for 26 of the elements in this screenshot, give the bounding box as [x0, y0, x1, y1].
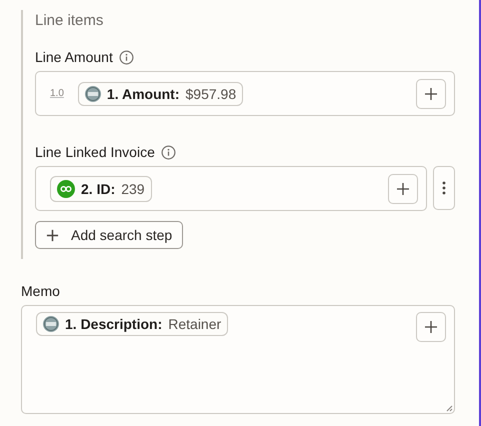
plus-icon: [46, 228, 59, 242]
section-title: Line items: [35, 12, 104, 29]
app-logo-icon: [57, 180, 75, 198]
resize-handle-icon[interactable]: [445, 404, 453, 412]
info-icon[interactable]: [118, 50, 134, 64]
data-token[interactable]: 2. ID: 239: [50, 176, 152, 202]
plus-icon: [396, 182, 410, 196]
app-logo-icon: [84, 86, 101, 102]
add-search-step-button[interactable]: Add search step: [35, 221, 184, 249]
text-area[interactable]: 1. Description: Retainer: [21, 305, 455, 414]
plus-icon: [424, 320, 438, 334]
info-icon[interactable]: [160, 144, 176, 160]
insert-data-button[interactable]: [416, 78, 446, 108]
field-label: Line Amount: [35, 49, 113, 65]
type-hint: 1.0: [50, 88, 64, 99]
input-field[interactable]: 1.0 1. Amount: $957.98: [35, 71, 455, 116]
insert-data-button[interactable]: [416, 312, 446, 342]
input-field[interactable]: 2. ID: 239: [35, 166, 427, 211]
data-token[interactable]: 1. Description: Retainer: [36, 312, 228, 336]
field-label: Line Linked Invoice: [35, 144, 155, 160]
app-logo-icon: [43, 316, 59, 332]
data-token[interactable]: 1. Amount: $957.98: [78, 82, 244, 106]
more-icon: [442, 181, 446, 195]
plus-icon: [424, 86, 438, 100]
field-label: Memo: [21, 283, 60, 299]
insert-data-button[interactable]: [388, 174, 418, 204]
